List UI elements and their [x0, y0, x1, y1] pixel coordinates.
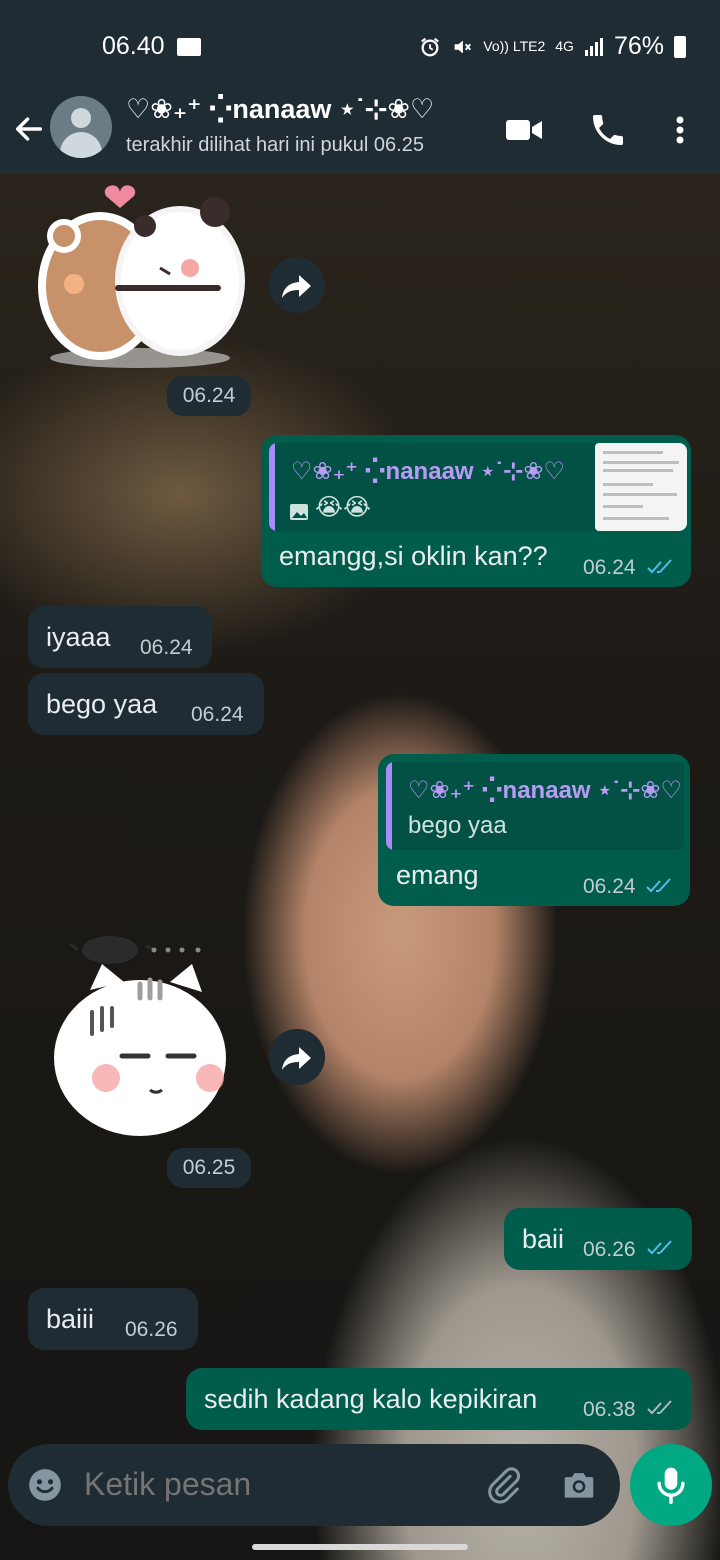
quoted-image-thumbnail [595, 443, 687, 531]
message-input[interactable] [84, 1466, 464, 1503]
outgoing-message[interactable]: sedih kadang kalo kepikiran 06.38 [186, 1368, 692, 1430]
message-text: emangg,si oklin kan?? [279, 541, 548, 571]
message-text: baiii [46, 1304, 95, 1334]
message-text: emang [396, 860, 479, 890]
contact-name[interactable]: ♡❀₊⁺ ⁛nanaaw ⋆˙⊹❀♡ [126, 94, 434, 125]
message-composer [8, 1444, 620, 1526]
network-type: 4G [555, 38, 574, 54]
contact-avatar[interactable] [50, 96, 112, 158]
message-time: 06.38 [583, 1398, 636, 1421]
message-time: 06.26 [125, 1318, 178, 1341]
read-ticks-icon [647, 559, 672, 574]
quoted-text: bego yaa [408, 812, 507, 839]
battery-icon [674, 35, 686, 58]
read-ticks-icon [647, 1240, 672, 1255]
delivered-ticks-icon [647, 1400, 672, 1415]
back-arrow-icon[interactable] [12, 112, 46, 146]
status-time: 06.40 [102, 32, 165, 60]
camera-icon[interactable] [560, 1466, 598, 1504]
mic-icon [657, 1467, 685, 1505]
message-time: 06.24 [167, 376, 251, 416]
message-time: 06.25 [167, 1148, 251, 1188]
incoming-message[interactable]: bego yaa 06.24 [28, 673, 264, 735]
battery-percent: 76% [613, 32, 664, 60]
message-time: 06.24 [140, 636, 193, 659]
sticker-message[interactable] [50, 928, 240, 1148]
quoted-author: ♡❀₊⁺ ⁛nanaaw ⋆˙⊹❀♡ [408, 777, 682, 804]
quoted-message[interactable]: ♡❀₊⁺ ⁛nanaaw ⋆˙⊹❀♡ 😭😭 [269, 443, 687, 531]
voice-record-button[interactable] [630, 1444, 712, 1526]
volte-indicator: Vo)) LTE2 [483, 38, 546, 54]
attach-icon[interactable] [484, 1466, 522, 1504]
quoted-author: ♡❀₊⁺ ⁛nanaaw ⋆˙⊹❀♡ [291, 458, 565, 485]
mute-icon [454, 40, 472, 53]
annoyed-cat-sticker [54, 936, 226, 1136]
message-text: iyaaa [46, 622, 111, 652]
message-text: sedih kadang kalo kepikiran [204, 1384, 538, 1414]
image-icon [290, 504, 308, 520]
incoming-message[interactable]: iyaaa 06.24 [28, 606, 212, 668]
folder-icon [177, 38, 201, 56]
chat-header: ♡❀₊⁺ ⁛nanaaw ⋆˙⊹❀♡ terakhir dilihat hari… [0, 92, 720, 174]
emoji-icon[interactable] [26, 1466, 64, 1504]
message-time: 06.24 [583, 556, 636, 579]
forward-icon[interactable] [269, 257, 325, 313]
sticker-message[interactable] [30, 176, 250, 376]
bear-panda-hug-sticker [38, 185, 245, 368]
status-bar: 06.40 Vo)) LTE2 4G 76% [0, 0, 720, 92]
gesture-bar[interactable] [252, 1544, 468, 1550]
forward-icon[interactable] [269, 1029, 325, 1085]
outgoing-message[interactable]: baii 06.26 [504, 1208, 692, 1270]
message-time: 06.26 [583, 1238, 636, 1261]
message-text: bego yaa [46, 689, 158, 719]
voice-call-icon[interactable] [588, 110, 628, 150]
quoted-text: 😭😭 [315, 494, 372, 521]
quoted-message[interactable]: ♡❀₊⁺ ⁛nanaaw ⋆˙⊹❀♡ bego yaa [386, 762, 684, 850]
last-seen-status: terakhir dilihat hari ini pukul 06.25 [126, 134, 424, 156]
status-icons: Vo)) LTE2 4G 76% [419, 32, 686, 61]
signal-icon [584, 37, 603, 56]
outgoing-message[interactable]: ♡❀₊⁺ ⁛nanaaw ⋆˙⊹❀♡ bego yaa emang 06.24 [378, 754, 690, 906]
alarm-icon [421, 37, 440, 56]
read-ticks-icon [646, 878, 671, 893]
video-call-icon[interactable] [504, 110, 544, 150]
message-text: baii [522, 1224, 565, 1254]
message-time: 06.24 [583, 875, 636, 898]
message-time: 06.24 [191, 703, 244, 726]
outgoing-message[interactable]: ♡❀₊⁺ ⁛nanaaw ⋆˙⊹❀♡ 😭😭 emangg,si oklin ka… [261, 435, 691, 587]
incoming-message[interactable]: baiii 06.26 [28, 1288, 198, 1350]
more-options-icon[interactable] [660, 110, 700, 150]
